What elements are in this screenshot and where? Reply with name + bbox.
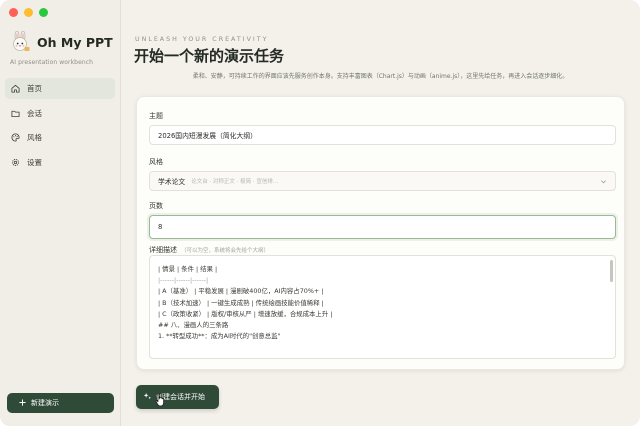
sidebar-nav: 首页 会话 风格 设置 — [5, 78, 115, 176]
textarea-line: |------|------|------| — [158, 276, 209, 285]
close-window-button[interactable] — [9, 8, 18, 17]
style-hint: 论文台 · 对称正文 · 极简 · 宣信排... — [191, 179, 279, 185]
textarea-line: | 情景 | 条件 | 结果 | — [158, 265, 218, 273]
textarea-scrollbar[interactable] — [610, 260, 613, 282]
home-icon — [11, 84, 20, 93]
style-selected-value: 学术论文 — [158, 178, 186, 186]
topic-input[interactable]: 2026国内短漫发展（简化大纲） — [149, 125, 616, 145]
sidebar-item-label: 首页 — [27, 84, 42, 93]
style-select[interactable]: 学术论文 论文台 · 对称正文 · 极简 · 宣信排... — [149, 171, 616, 191]
details-label: 详细描述 （可以为空，系统将会先给个大纲） — [149, 246, 270, 254]
gear-icon — [11, 158, 20, 167]
textarea-line: | A（基准） | 平稳发展 | 漫剧破400亿，AI内容占70%+ | — [158, 287, 324, 296]
palette-icon — [11, 133, 20, 142]
topic-label: 主题 — [149, 112, 163, 120]
sidebar: Oh My PPT AI presentation workbench 首页 会… — [0, 0, 121, 426]
app-subtitle: AI presentation workbench — [10, 59, 94, 66]
pages-input[interactable]: 8 — [149, 215, 616, 239]
pages-label: 页数 — [149, 202, 163, 210]
page-title: 开始一个新的演示任务 — [134, 47, 285, 65]
pages-value: 8 — [158, 223, 163, 231]
textarea-line: | C（政策收紧） | 版权/审核从严 | 增速放缓，合规成本上升 | — [158, 309, 333, 318]
topic-value: 2026国内短漫发展（简化大纲） — [158, 132, 257, 140]
zoom-window-button[interactable] — [39, 8, 48, 17]
minimize-window-button[interactable] — [24, 8, 33, 17]
sidebar-item-label: 设置 — [27, 157, 42, 167]
mouse-pointer-icon — [155, 393, 164, 407]
textarea-line: ## 八、漫画人的三条路 — [158, 321, 229, 330]
sparkle-icon — [143, 392, 152, 403]
app-window: Oh My PPT AI presentation workbench 首页 会… — [0, 0, 640, 426]
style-label: 风格 — [149, 158, 163, 166]
sidebar-item-label: 会话 — [27, 108, 42, 118]
plus-icon — [19, 398, 26, 408]
brand: Oh My PPT — [9, 31, 113, 53]
sidebar-item-sessions[interactable]: 会话 — [5, 103, 115, 124]
page-description: 柔和、安静，可持续工作的界面应该先服务创作本身。支持丰富图表（Chart.js）… — [192, 73, 569, 80]
new-presentation-button[interactable]: 新建演示 — [7, 393, 114, 413]
app-name: Oh My PPT — [37, 34, 113, 50]
details-textarea[interactable]: | 情景 | 条件 | 结果 | |------|------|------| … — [149, 255, 616, 359]
window-controls — [9, 8, 48, 17]
create-session-button[interactable]: 创建会话并开始 — [136, 385, 219, 409]
textarea-line: 1. **转型成功**：成为AI时代的"创意总监" — [158, 332, 281, 341]
details-hint: （可以为空，系统将会先给个大纲） — [181, 248, 270, 254]
sidebar-item-styles[interactable]: 风格 — [5, 127, 115, 148]
chevron-down-icon — [601, 180, 606, 184]
rabbit-logo-icon — [13, 31, 30, 51]
folder-icon — [11, 109, 20, 118]
sidebar-item-label: 风格 — [27, 133, 42, 142]
sidebar-item-settings[interactable]: 设置 — [5, 152, 115, 173]
textarea-line: | B（技术加速） | 一键生成成熟 | 传统绘画技能价值稀释 | — [158, 298, 324, 307]
eyebrow-text: UNLEASH YOUR CREATIVITY — [135, 36, 269, 43]
new-presentation-label: 新建演示 — [31, 399, 59, 407]
sidebar-item-home[interactable]: 首页 — [5, 78, 115, 99]
task-form-card: 主题 2026国内短漫发展（简化大纲） 风格 学术论文 论文台 · 对称正文 ·… — [136, 96, 625, 370]
